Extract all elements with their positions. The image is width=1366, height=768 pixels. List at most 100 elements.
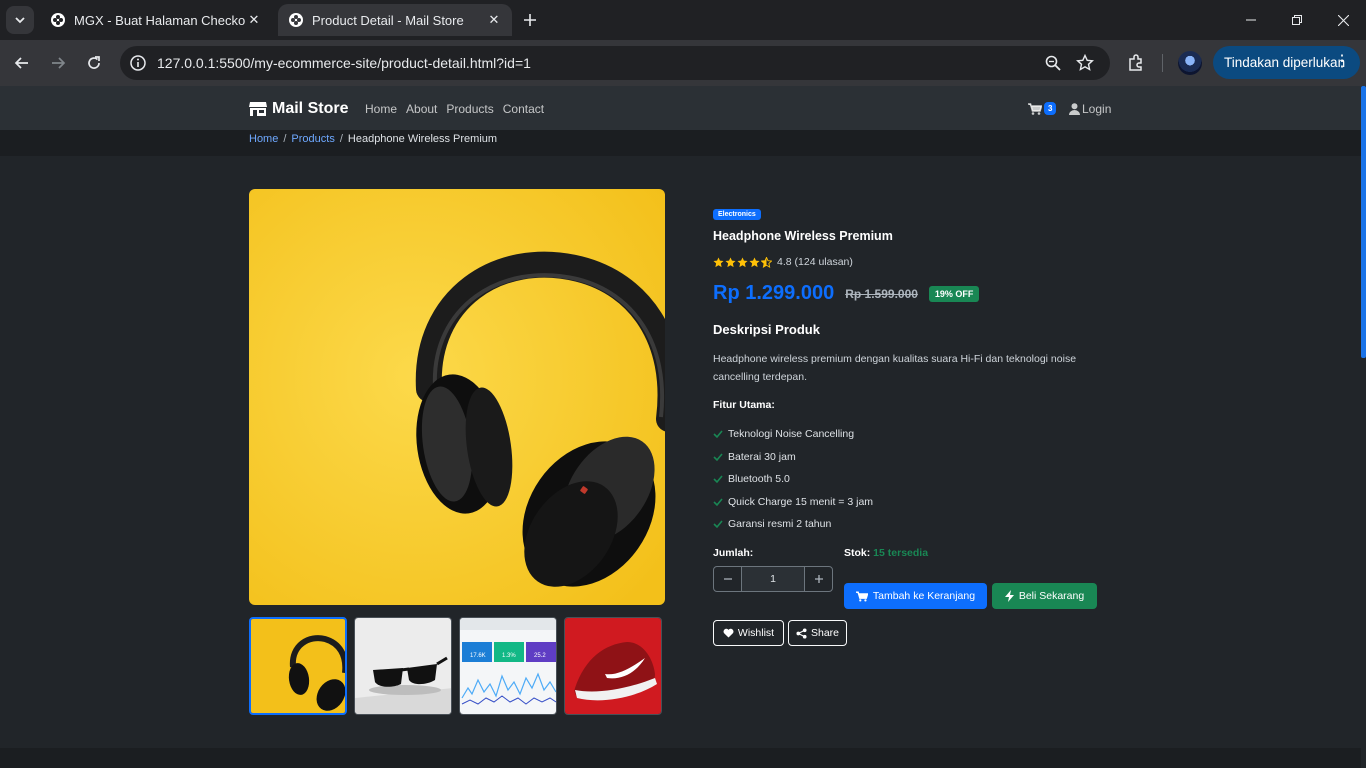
wishlist-button[interactable]: Wishlist <box>713 620 784 646</box>
feature-item: Quick Charge 15 menit = 3 jam <box>713 491 873 514</box>
close-icon[interactable]: ✕ <box>246 12 262 28</box>
sneaker-thumb-image <box>565 618 661 714</box>
bookmark-star-icon[interactable] <box>1076 54 1094 72</box>
url-text[interactable]: 127.0.0.1:5500/my-ecommerce-site/product… <box>157 55 531 71</box>
product-rating: 4.8 (124 ulasan) <box>713 256 853 268</box>
nav-link-about[interactable]: About <box>406 102 437 116</box>
quantity-label: Jumlah: <box>713 547 754 559</box>
mgx-favicon-icon <box>289 13 303 27</box>
star-icon <box>713 256 724 267</box>
analytics-stat-3: 25.2 <box>534 653 546 659</box>
profile-avatar[interactable] <box>1178 51 1202 75</box>
stock-label: Stok: <box>844 547 871 559</box>
share-label: Share <box>810 627 840 639</box>
share-icon <box>796 627 807 639</box>
price-row: Rp 1.299.000 Rp 1.599.000 19% OFF <box>713 282 980 305</box>
buy-now-button[interactable]: Beli Sekarang <box>992 583 1097 609</box>
breadcrumb-products[interactable]: Products <box>291 133 334 145</box>
feature-item: Baterai 30 jam <box>713 446 873 469</box>
thumbnail-gallery: 17.6K 1.3% 25.2 <box>249 617 662 715</box>
thumbnail-headphone[interactable] <box>249 617 347 715</box>
check-icon <box>713 430 723 439</box>
tab-product-detail[interactable]: Product Detail - Mail Store ✕ <box>278 4 512 36</box>
wishlist-label: Wishlist <box>737 627 775 639</box>
feature-text: Bluetooth 5.0 <box>728 473 790 486</box>
star-icon <box>737 256 748 267</box>
zoom-icon[interactable] <box>1044 54 1062 72</box>
discount-badge: 19% OFF <box>928 285 980 302</box>
lightning-icon <box>1004 590 1014 602</box>
action-required-button[interactable]: Tindakan diperlukan ⋮ <box>1213 46 1360 79</box>
breadcrumb-home[interactable]: Home <box>249 133 278 145</box>
stock-info: Stok: 15 tersedia <box>844 547 928 559</box>
plus-icon <box>814 575 823 583</box>
close-icon[interactable]: ✕ <box>486 12 502 28</box>
quantity-stepper: 1 <box>713 566 833 592</box>
brand-name: Mail Store <box>272 100 349 117</box>
plus-icon <box>524 14 536 26</box>
current-price: Rp 1.299.000 <box>713 282 835 304</box>
heart-icon <box>723 628 734 638</box>
site-info-icon[interactable] <box>129 54 147 72</box>
minimize-button[interactable] <box>1228 0 1274 40</box>
feature-text: Teknologi Noise Cancelling <box>728 428 855 441</box>
close-icon <box>1337 14 1349 26</box>
login-link[interactable]: Login <box>1069 102 1111 116</box>
share-button[interactable]: Share <box>788 620 847 646</box>
thumbnail-analytics[interactable]: 17.6K 1.3% 25.2 <box>459 617 557 715</box>
cart-icon <box>855 591 868 601</box>
thumbnail-sneaker[interactable] <box>564 617 662 715</box>
check-icon <box>713 475 723 484</box>
headphone-image <box>249 189 665 605</box>
page-scrollbar[interactable] <box>1361 86 1366 358</box>
check-icon <box>713 520 723 529</box>
restore-button[interactable] <box>1274 0 1320 40</box>
store-icon <box>249 102 267 116</box>
sunglasses-thumb-image <box>355 618 451 714</box>
extensions-button[interactable] <box>1124 49 1148 77</box>
site-navbar: Mail Store Home About Products Contact 3… <box>0 86 1361 130</box>
analytics-stat-2: 1.3% <box>502 653 516 659</box>
puzzle-icon <box>1129 54 1142 71</box>
thumbnail-sunglasses[interactable] <box>354 617 452 715</box>
description-heading: Deskripsi Produk <box>713 322 820 337</box>
new-tab-button[interactable] <box>518 8 542 32</box>
back-button[interactable] <box>8 49 36 77</box>
mgx-favicon-icon <box>51 13 65 27</box>
feature-text: Quick Charge 15 menit = 3 jam <box>728 495 874 508</box>
nav-link-home[interactable]: Home <box>365 102 397 116</box>
description-text: Headphone wireless premium dengan kualit… <box>713 353 1077 383</box>
reload-button[interactable] <box>80 49 108 77</box>
tab-mgx[interactable]: MGX - Buat Halaman Checkout ✕ <box>40 4 272 36</box>
category-badge: Electronics <box>713 209 761 220</box>
login-label: Login <box>1082 102 1112 116</box>
nav-links: Home About Products Contact <box>365 102 544 116</box>
cart-button[interactable]: 3 <box>1028 102 1057 115</box>
star-half-icon <box>761 256 772 268</box>
add-to-cart-button[interactable]: Tambah ke Keranjang <box>844 583 987 609</box>
forward-button[interactable] <box>44 49 72 77</box>
quantity-input[interactable]: 1 <box>741 567 805 591</box>
page-section-divider <box>0 748 1361 768</box>
feature-item: Teknologi Noise Cancelling <box>713 423 873 446</box>
breadcrumb-separator: / <box>339 133 343 145</box>
analytics-thumb-image: 17.6K 1.3% 25.2 <box>460 618 556 714</box>
browser-tab-bar: MGX - Buat Halaman Checkout ✕ Product De… <box>0 0 1366 40</box>
brand-link[interactable]: Mail Store <box>249 100 348 118</box>
breadcrumb-bar: Home / Products / Headphone Wireless Pre… <box>0 130 1361 156</box>
main-product-image <box>249 189 665 605</box>
quantity-increase-button[interactable] <box>805 567 832 591</box>
analytics-stat-1: 17.6K <box>470 653 486 659</box>
nav-link-contact[interactable]: Contact <box>503 102 544 116</box>
tab-search-button[interactable] <box>6 6 34 34</box>
feature-text: Garansi resmi 2 tahun <box>728 518 832 531</box>
close-window-button[interactable] <box>1320 0 1366 40</box>
nav-link-products[interactable]: Products <box>446 102 493 116</box>
star-icon <box>725 256 736 267</box>
star-icon <box>749 256 760 267</box>
address-bar[interactable]: 127.0.0.1:5500/my-ecommerce-site/product… <box>120 46 1110 80</box>
features-heading: Fitur Utama: <box>713 399 775 411</box>
buy-now-label: Beli Sekarang <box>1018 590 1085 602</box>
more-vert-icon[interactable]: ⋮ <box>1334 53 1350 71</box>
quantity-decrease-button[interactable] <box>714 567 741 591</box>
